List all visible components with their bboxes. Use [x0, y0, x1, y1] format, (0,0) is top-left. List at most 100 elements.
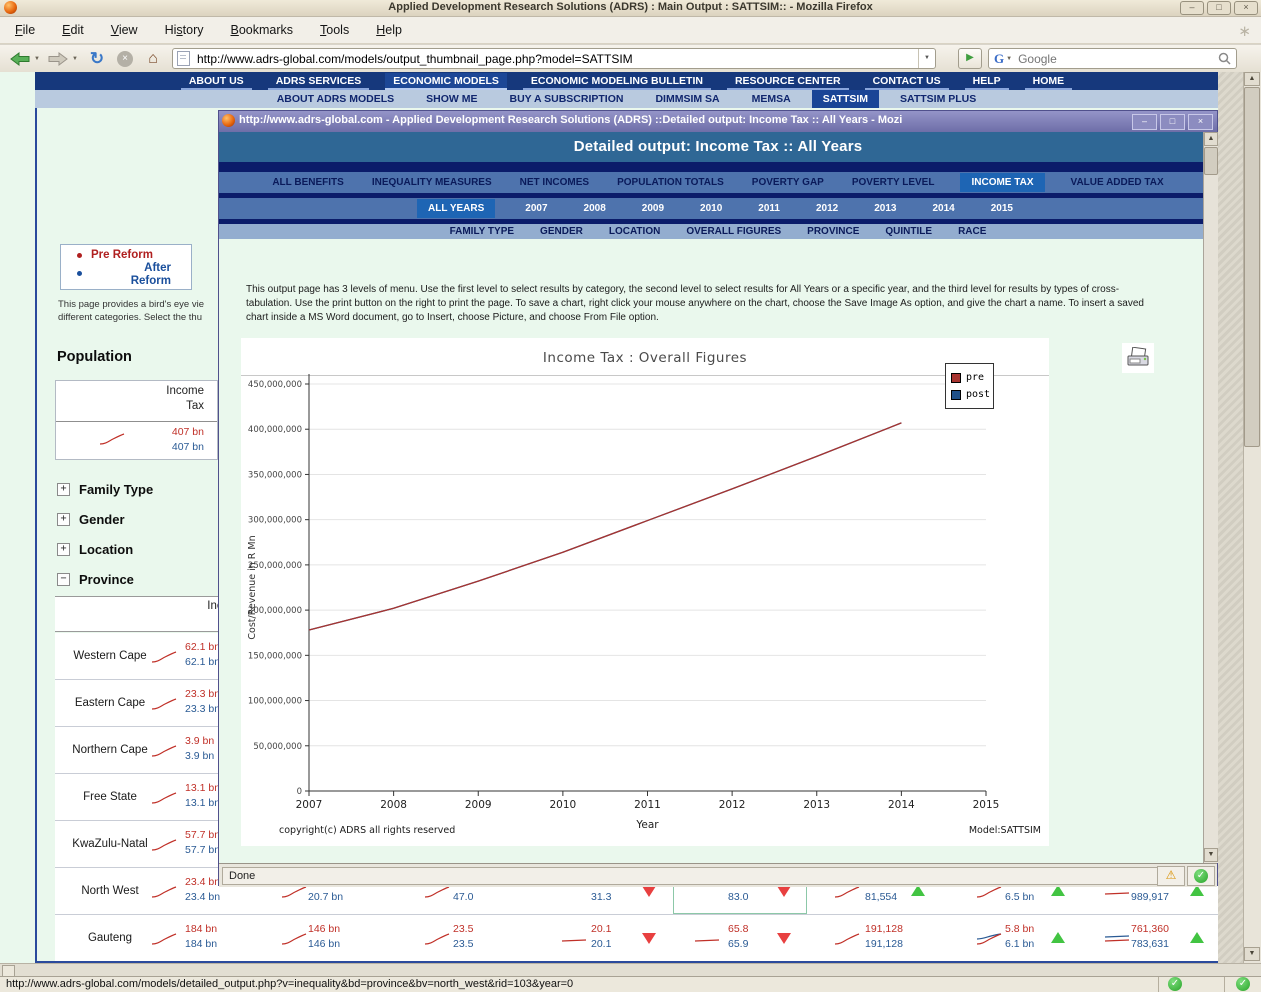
- popup-security-icon[interactable]: ✓: [1187, 866, 1215, 886]
- home-button[interactable]: ⌂: [142, 48, 164, 69]
- window-titlebar[interactable]: Applied Development Research Solutions (…: [0, 0, 1261, 17]
- nav-top-economic-modeling-bulletin[interactable]: ECONOMIC MODELING BULLETIN: [523, 73, 711, 90]
- tab-income-tax[interactable]: INCOME TAX: [960, 173, 1044, 192]
- nav-models-buy-a-subscription[interactable]: BUY A SUBSCRIPTION: [499, 90, 635, 108]
- cell-sparkline[interactable]: [150, 837, 178, 858]
- popup-minimize-button[interactable]: –: [1132, 114, 1157, 130]
- cell-values[interactable]: 191,128191,128: [865, 922, 903, 952]
- cell-values[interactable]: 146 bn146 bn: [308, 922, 340, 952]
- tab-net-incomes[interactable]: NET INCOMES: [518, 173, 591, 192]
- cell-values[interactable]: 13.1 bn13.1 bn: [185, 781, 220, 811]
- cell-sparkline[interactable]: [1103, 931, 1131, 952]
- cell-sparkline[interactable]: [1103, 884, 1131, 905]
- cell-sparkline[interactable]: [150, 649, 178, 670]
- tab-inequality-measures[interactable]: INEQUALITY MEASURES: [370, 173, 494, 192]
- cell-values[interactable]: 184 bn184 bn: [185, 922, 217, 952]
- cell-sparkline[interactable]: [975, 884, 1003, 905]
- cell-sparkline[interactable]: [150, 884, 178, 905]
- tab-population-totals[interactable]: POPULATION TOTALS: [615, 173, 726, 192]
- tab-2012[interactable]: 2012: [810, 199, 844, 218]
- group-family-type[interactable]: +Family Type: [57, 480, 153, 498]
- tab-2013[interactable]: 2013: [868, 199, 902, 218]
- population-values[interactable]: 407 bn 407 bn: [172, 425, 204, 455]
- go-button[interactable]: ▶: [958, 48, 982, 69]
- address-dropdown[interactable]: ▼: [918, 49, 935, 68]
- expand-icon[interactable]: +: [57, 483, 70, 496]
- menu-view[interactable]: View: [111, 23, 138, 37]
- search-input[interactable]: [1016, 51, 1218, 67]
- forward-button[interactable]: [46, 48, 70, 69]
- forward-dropdown[interactable]: ▼: [71, 48, 79, 69]
- popup-titlebar[interactable]: http://www.adrs-global.com - Applied Dev…: [219, 111, 1217, 132]
- population-sparkline[interactable]: [98, 431, 126, 452]
- cell-sparkline[interactable]: [423, 931, 451, 952]
- nav-top-about-us[interactable]: ABOUT US: [181, 73, 252, 90]
- back-button[interactable]: [8, 48, 32, 69]
- reload-button[interactable]: ↻: [86, 48, 108, 69]
- nav-top-resource-center[interactable]: RESOURCE CENTER: [727, 73, 849, 90]
- scroll-up-button[interactable]: ▲: [1244, 72, 1260, 86]
- cell-values[interactable]: 65.865.9: [728, 922, 748, 952]
- cell-sparkline[interactable]: [833, 931, 861, 952]
- cell-sparkline[interactable]: [833, 884, 861, 905]
- tab-2007[interactable]: 2007: [519, 199, 553, 218]
- cell-sparkline[interactable]: [150, 743, 178, 764]
- maximize-button[interactable]: □: [1207, 1, 1231, 15]
- tab-2011[interactable]: 2011: [752, 199, 786, 218]
- expand-icon[interactable]: +: [57, 543, 70, 556]
- cell-values[interactable]: 5.8 bn6.1 bn: [1005, 922, 1034, 952]
- nav-models-memsa[interactable]: MEMSA: [741, 90, 802, 108]
- cell-sparkline[interactable]: [423, 884, 451, 905]
- cell-values[interactable]: 23.523.5: [453, 922, 473, 952]
- minimize-button[interactable]: –: [1180, 1, 1204, 15]
- menu-tools[interactable]: Tools: [320, 23, 349, 37]
- tab-overall-figures[interactable]: OVERALL FIGURES: [686, 226, 781, 237]
- nav-top-adrs-services[interactable]: ADRS SERVICES: [268, 73, 370, 90]
- nav-top-contact-us[interactable]: CONTACT US: [865, 73, 949, 90]
- popup-scroll-up-button[interactable]: ▲: [1204, 132, 1218, 146]
- popup-scrollbar[interactable]: ▲ ▼: [1203, 132, 1218, 863]
- group-province[interactable]: −Province: [57, 570, 134, 588]
- cell-sparkline[interactable]: [693, 931, 721, 952]
- search-bar[interactable]: G ▼: [988, 48, 1237, 69]
- close-button[interactable]: ×: [1234, 1, 1258, 15]
- nav-models-sattsim-plus[interactable]: SATTSIM PLUS: [889, 90, 987, 108]
- nav-models-sattsim[interactable]: SATTSIM: [812, 90, 879, 108]
- nav-top-economic-models[interactable]: ECONOMIC MODELS: [385, 73, 507, 90]
- scrollbar-thumb[interactable]: [1244, 87, 1260, 447]
- scroll-down-button[interactable]: ▼: [1244, 947, 1260, 961]
- popup-scrollbar-thumb[interactable]: [1204, 147, 1218, 175]
- popup-scroll-down-button[interactable]: ▼: [1204, 848, 1218, 862]
- tab-poverty-gap[interactable]: POVERTY GAP: [750, 173, 826, 192]
- tab-location[interactable]: LOCATION: [609, 226, 660, 237]
- tab-2009[interactable]: 2009: [636, 199, 670, 218]
- cell-sparkline[interactable]: [150, 931, 178, 952]
- back-dropdown[interactable]: ▼: [33, 48, 41, 69]
- menu-file[interactable]: File: [15, 23, 35, 37]
- cell-sparkline[interactable]: [560, 931, 588, 952]
- tab-2014[interactable]: 2014: [927, 199, 961, 218]
- cell-sparkline[interactable]: [150, 790, 178, 811]
- cell-sparkline[interactable]: [975, 931, 1003, 952]
- popup-maximize-button[interactable]: □: [1160, 114, 1185, 130]
- group-gender[interactable]: +Gender: [57, 510, 125, 528]
- address-bar[interactable]: ▼: [172, 48, 936, 69]
- search-engine-dropdown[interactable]: ▼: [1006, 56, 1012, 62]
- menu-edit[interactable]: Edit: [62, 23, 84, 37]
- tab-value-added-tax[interactable]: VALUE ADDED TAX: [1069, 173, 1166, 192]
- cell-values[interactable]: 20.120.1: [591, 922, 611, 952]
- tab-quintile[interactable]: QUINTILE: [885, 226, 932, 237]
- tab-poverty-level[interactable]: POVERTY LEVEL: [850, 173, 937, 192]
- cell-sparkline[interactable]: [150, 696, 178, 717]
- menu-bookmarks[interactable]: Bookmarks: [231, 23, 294, 37]
- income-tax-chart[interactable]: Income Tax : Overall Figures050,000,0001…: [241, 338, 1049, 846]
- tab-family-type[interactable]: FAMILY TYPE: [450, 226, 514, 237]
- group-location[interactable]: +Location: [57, 540, 133, 558]
- tab-all-benefits[interactable]: ALL BENEFITS: [270, 173, 345, 192]
- tab-2010[interactable]: 2010: [694, 199, 728, 218]
- cell-values[interactable]: 23.4 bn23.4 bn: [185, 875, 220, 905]
- menu-history[interactable]: History: [165, 23, 204, 37]
- main-scrollbar[interactable]: ▲ ▼: [1243, 72, 1261, 963]
- address-input[interactable]: [195, 51, 918, 67]
- cell-values[interactable]: 3.9 bn3.9 bn: [185, 734, 214, 764]
